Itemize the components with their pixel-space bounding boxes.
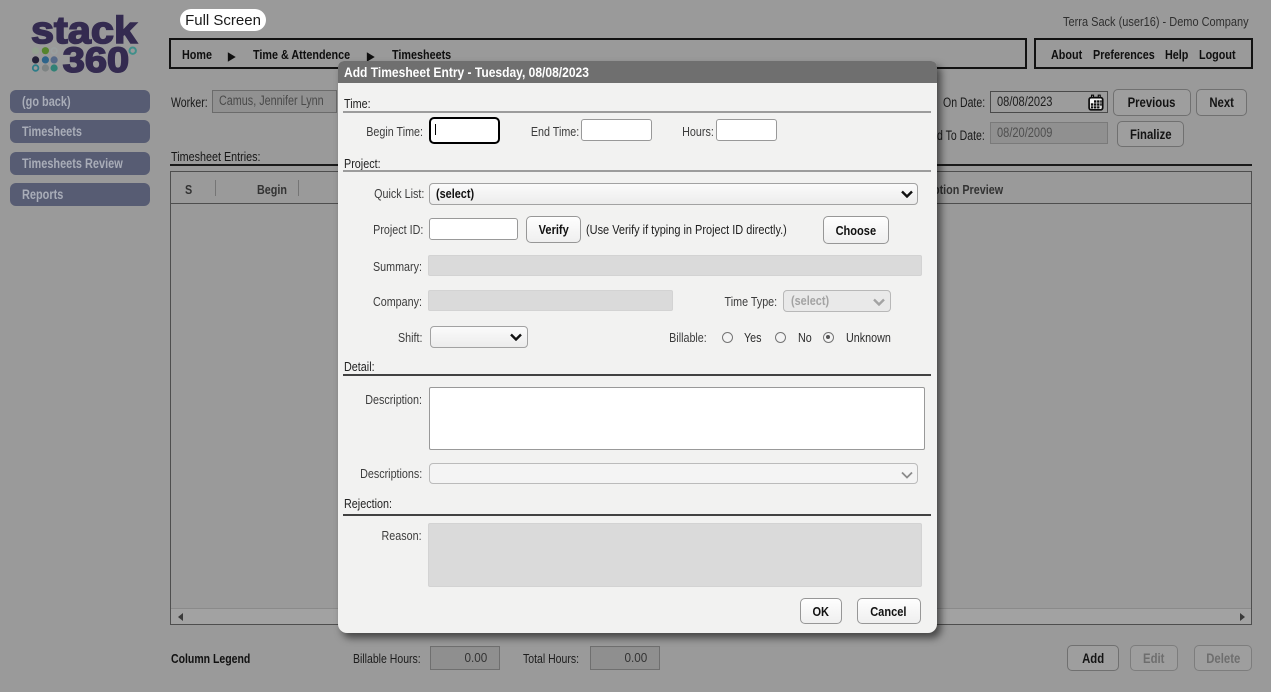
svg-text:360: 360 (63, 41, 129, 80)
